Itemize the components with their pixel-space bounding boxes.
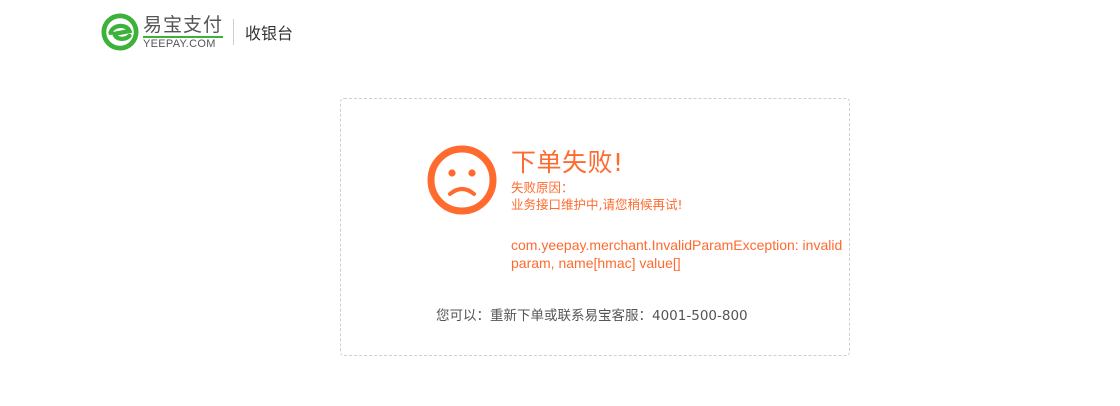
error-message: 下单失败! 失败原因： 业务接口维护中,请您稍候再试! com.yeepay.m… bbox=[511, 147, 851, 272]
error-reason: 业务接口维护中,请您稍候再试! bbox=[511, 197, 683, 212]
cashier-page: 易宝支付 YEEPAY.COM 收银台 下单失败! 失败原因： 业务接口维护中,… bbox=[0, 0, 1120, 406]
error-title: 下单失败! bbox=[511, 148, 624, 177]
page-title: 收银台 bbox=[245, 24, 294, 43]
error-card: 下单失败! 失败原因： 业务接口维护中,请您稍候再试! com.yeepay.m… bbox=[340, 98, 850, 356]
sad-face-icon bbox=[427, 145, 497, 215]
header: 易宝支付 YEEPAY.COM 收银台 bbox=[101, 12, 293, 52]
logo-en-text: YEEPAY.COM bbox=[143, 35, 224, 50]
error-reason-label: 失败原因： bbox=[511, 180, 574, 195]
error-detail: com.yeepay.merchant.InvalidParamExceptio… bbox=[511, 237, 843, 271]
logo-text: 易宝支付 YEEPAY.COM bbox=[143, 13, 224, 50]
yeepay-logo[interactable]: 易宝支付 YEEPAY.COM bbox=[101, 12, 224, 52]
logo-cn-text: 易宝支付 bbox=[143, 13, 224, 36]
header-divider bbox=[233, 19, 235, 45]
help-text: 您可以：重新下单或联系易宝客服：4001-500-800 bbox=[436, 308, 748, 324]
yeepay-logo-icon bbox=[101, 13, 139, 51]
